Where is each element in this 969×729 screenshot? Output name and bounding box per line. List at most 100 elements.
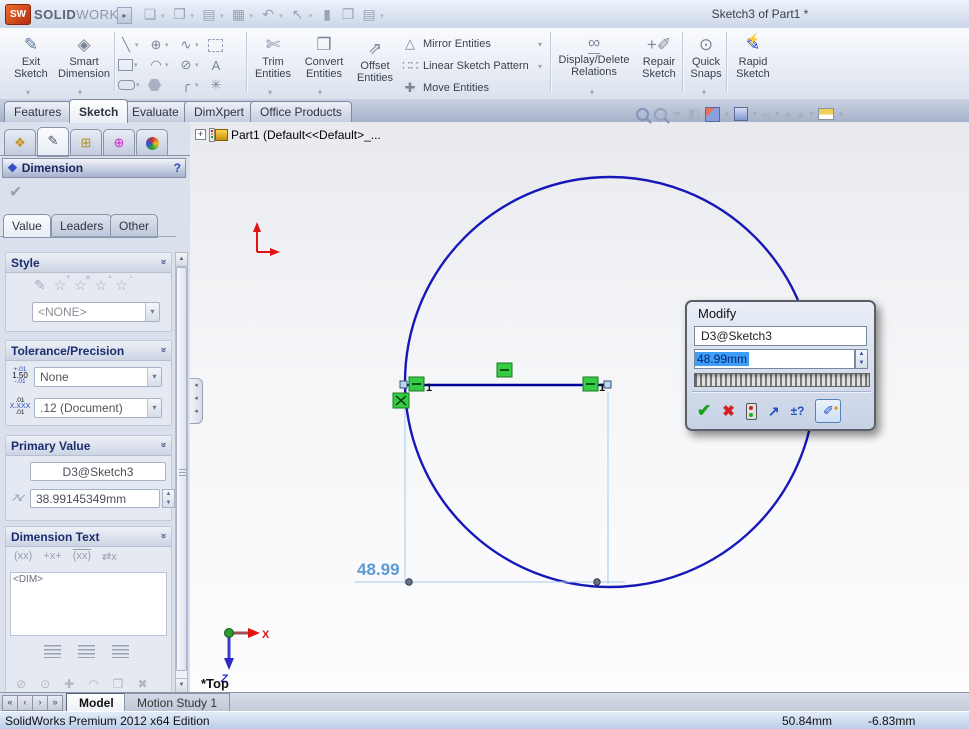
repair-sketch-button[interactable]: +✐ Repair Sketch xyxy=(636,34,682,80)
options-icon[interactable]: ▤ xyxy=(359,6,379,23)
x-icon[interactable]: ✖ xyxy=(137,677,147,691)
coincident-relation-badge[interactable] xyxy=(393,393,409,408)
spin-up-icon[interactable]: ▲ xyxy=(856,350,867,359)
offset-text-icon[interactable]: +x+ xyxy=(43,550,61,563)
mirror-entities-button[interactable]: △ Mirror Entities xyxy=(402,36,491,52)
linear-sketch-pattern-button[interactable]: ∷∷ Linear Sketch Pattern xyxy=(402,58,529,74)
panel-scrollbar[interactable]: ▲ ▼ xyxy=(175,252,188,692)
appearances-icon[interactable]: ● xyxy=(797,107,805,122)
undo-icon[interactable]: ↶ xyxy=(258,6,278,23)
display-manager-tab[interactable] xyxy=(136,129,168,156)
cancel-button[interactable]: ✖ xyxy=(722,402,735,420)
dropdown-icon[interactable]: ▾ xyxy=(147,399,161,417)
dropdown-icon[interactable]: ▾ xyxy=(161,12,165,20)
dropdown-icon[interactable]: ▾ xyxy=(250,12,254,20)
quick-snaps-button[interactable]: ⊙ Quick Snaps xyxy=(686,34,726,80)
dimension-text-group-header[interactable]: Dimension Text « xyxy=(6,527,171,547)
dimxpert-manager-tab[interactable]: ⊕ xyxy=(103,129,135,156)
property-manager-tab[interactable]: ✎ xyxy=(37,127,69,157)
dimension-text-area[interactable]: <DIM> xyxy=(10,572,167,636)
dropdown-icon[interactable]: ▾ xyxy=(810,110,814,118)
dropdown-icon[interactable]: ▾ xyxy=(538,40,542,49)
menu-expand-button[interactable]: ▸ xyxy=(117,7,132,24)
tab-evaluate[interactable]: Evaluate xyxy=(122,101,189,122)
shadows-icon[interactable]: ● xyxy=(784,107,792,122)
feature-manager-tab[interactable]: ❖ xyxy=(4,129,36,156)
arc-icon[interactable]: ◠ xyxy=(88,677,98,691)
convert-entities-button[interactable]: ❒ Convert Entities xyxy=(298,34,350,80)
center-icon[interactable]: ⊙ xyxy=(40,677,50,691)
dropdown-icon[interactable]: ▾ xyxy=(753,110,757,118)
dropdown-icon[interactable]: ▾ xyxy=(702,88,706,97)
previous-tab-button[interactable]: ‹ xyxy=(17,695,33,711)
scrollbar-thumb[interactable] xyxy=(176,267,187,671)
first-tab-button[interactable]: « xyxy=(2,695,18,711)
print-icon[interactable]: ▦ xyxy=(229,6,249,23)
collapse-chevron-icon[interactable]: « xyxy=(158,443,169,448)
dropdown-icon[interactable]: ▾ xyxy=(195,41,199,49)
dropdown-icon[interactable]: ▾ xyxy=(145,303,159,321)
zoom-to-fit-icon[interactable] xyxy=(636,108,649,121)
point-tool[interactable]: ✳ xyxy=(208,77,235,93)
last-tab-button[interactable]: » xyxy=(47,695,63,711)
endpoint-handle[interactable] xyxy=(400,381,407,388)
dropdown-icon[interactable]: ▾ xyxy=(195,81,199,89)
exit-sketch-button[interactable]: ✎ Exit Sketch xyxy=(8,34,54,80)
dropdown-icon[interactable]: ▾ xyxy=(538,62,542,71)
reverse-direction-button[interactable]: ↗ xyxy=(768,403,780,420)
dropdown-icon[interactable]: ▾ xyxy=(147,368,161,386)
help-icon[interactable]: ? xyxy=(174,161,181,175)
dropdown-icon[interactable]: ▾ xyxy=(839,110,843,118)
style-edit-icon[interactable]: ✎ xyxy=(34,277,46,294)
precision-dropdown[interactable]: .12 (Document) ▾ xyxy=(34,398,162,418)
move-entities-button[interactable]: ✚ Move Entities xyxy=(402,80,489,96)
view-orientation-icon[interactable] xyxy=(705,107,720,122)
tab-other[interactable]: Other xyxy=(110,214,158,238)
dimension-value-field[interactable]: 38.99145349mm xyxy=(30,489,160,508)
dropdown-icon[interactable]: ▾ xyxy=(191,12,195,20)
dropdown-icon[interactable]: ▾ xyxy=(134,61,138,69)
spin-down-icon[interactable]: ▼ xyxy=(163,499,174,508)
scene-settings-icon[interactable] xyxy=(818,108,834,120)
selected-value-text[interactable]: 48.99mm xyxy=(695,352,749,366)
slot-tool[interactable]: ▾ xyxy=(118,80,145,90)
tab-leaders[interactable]: Leaders xyxy=(51,214,112,238)
new-document-icon[interactable]: ❏ xyxy=(140,6,160,23)
style-delete-icon[interactable]: ☆✕ xyxy=(74,277,87,294)
zoom-to-area-icon[interactable] xyxy=(654,108,667,121)
dropdown-icon[interactable]: ▾ xyxy=(78,88,82,97)
primary-value-group-header[interactable]: Primary Value « xyxy=(6,436,171,456)
arc-tool[interactable]: ◠▾ xyxy=(148,57,175,73)
parentheses-icon[interactable]: (xx) xyxy=(14,550,32,563)
tolerance-group-header[interactable]: Tolerance/Precision « xyxy=(6,341,171,361)
configuration-manager-tab[interactable]: ⊞ xyxy=(70,129,102,156)
fillet-tool[interactable]: ╭▾ xyxy=(178,77,205,93)
save-icon[interactable]: ▤ xyxy=(199,6,219,23)
hide-show-items-icon[interactable]: ∞ xyxy=(761,107,770,122)
tab-features[interactable]: Features xyxy=(4,101,71,122)
dropdown-icon[interactable]: ▾ xyxy=(380,12,384,20)
scroll-up-button[interactable]: ▲ xyxy=(176,253,187,267)
value-spinner[interactable]: ▲ ▼ xyxy=(162,489,175,508)
tolerance-button[interactable]: ±? xyxy=(791,404,805,418)
scroll-down-button[interactable]: ▼ xyxy=(176,678,187,692)
tab-office-products[interactable]: Office Products xyxy=(250,101,352,122)
relation-badge-right[interactable] xyxy=(583,377,598,391)
line-tool[interactable]: ╲▾ xyxy=(118,37,145,53)
rebuild-button[interactable] xyxy=(746,403,757,420)
dropdown-icon[interactable]: ▾ xyxy=(725,110,729,118)
box-icon[interactable]: ❒ xyxy=(113,677,124,691)
dimension-arrow-dot[interactable] xyxy=(406,579,412,585)
relation-badge-left[interactable] xyxy=(409,377,424,391)
display-delete-relations-button[interactable]: ∞ Display/Delete Relations xyxy=(554,34,634,78)
tab-dimxpert[interactable]: DimXpert xyxy=(184,101,254,122)
overline-text-icon[interactable]: (xx) xyxy=(73,550,91,563)
properties-icon[interactable]: ❒ xyxy=(338,6,358,23)
justify-right-icon[interactable] xyxy=(112,645,129,658)
dropdown-icon[interactable]: ▾ xyxy=(268,88,272,97)
offset-entities-button[interactable]: ⇗ Offset Entities xyxy=(352,38,398,84)
relation-badge-horizontal[interactable] xyxy=(497,363,512,377)
ellipse-tool[interactable]: ⊘▾ xyxy=(178,57,205,73)
accept-checkmark-icon[interactable]: ✔ xyxy=(9,182,22,202)
thumbwheel[interactable] xyxy=(694,373,870,387)
